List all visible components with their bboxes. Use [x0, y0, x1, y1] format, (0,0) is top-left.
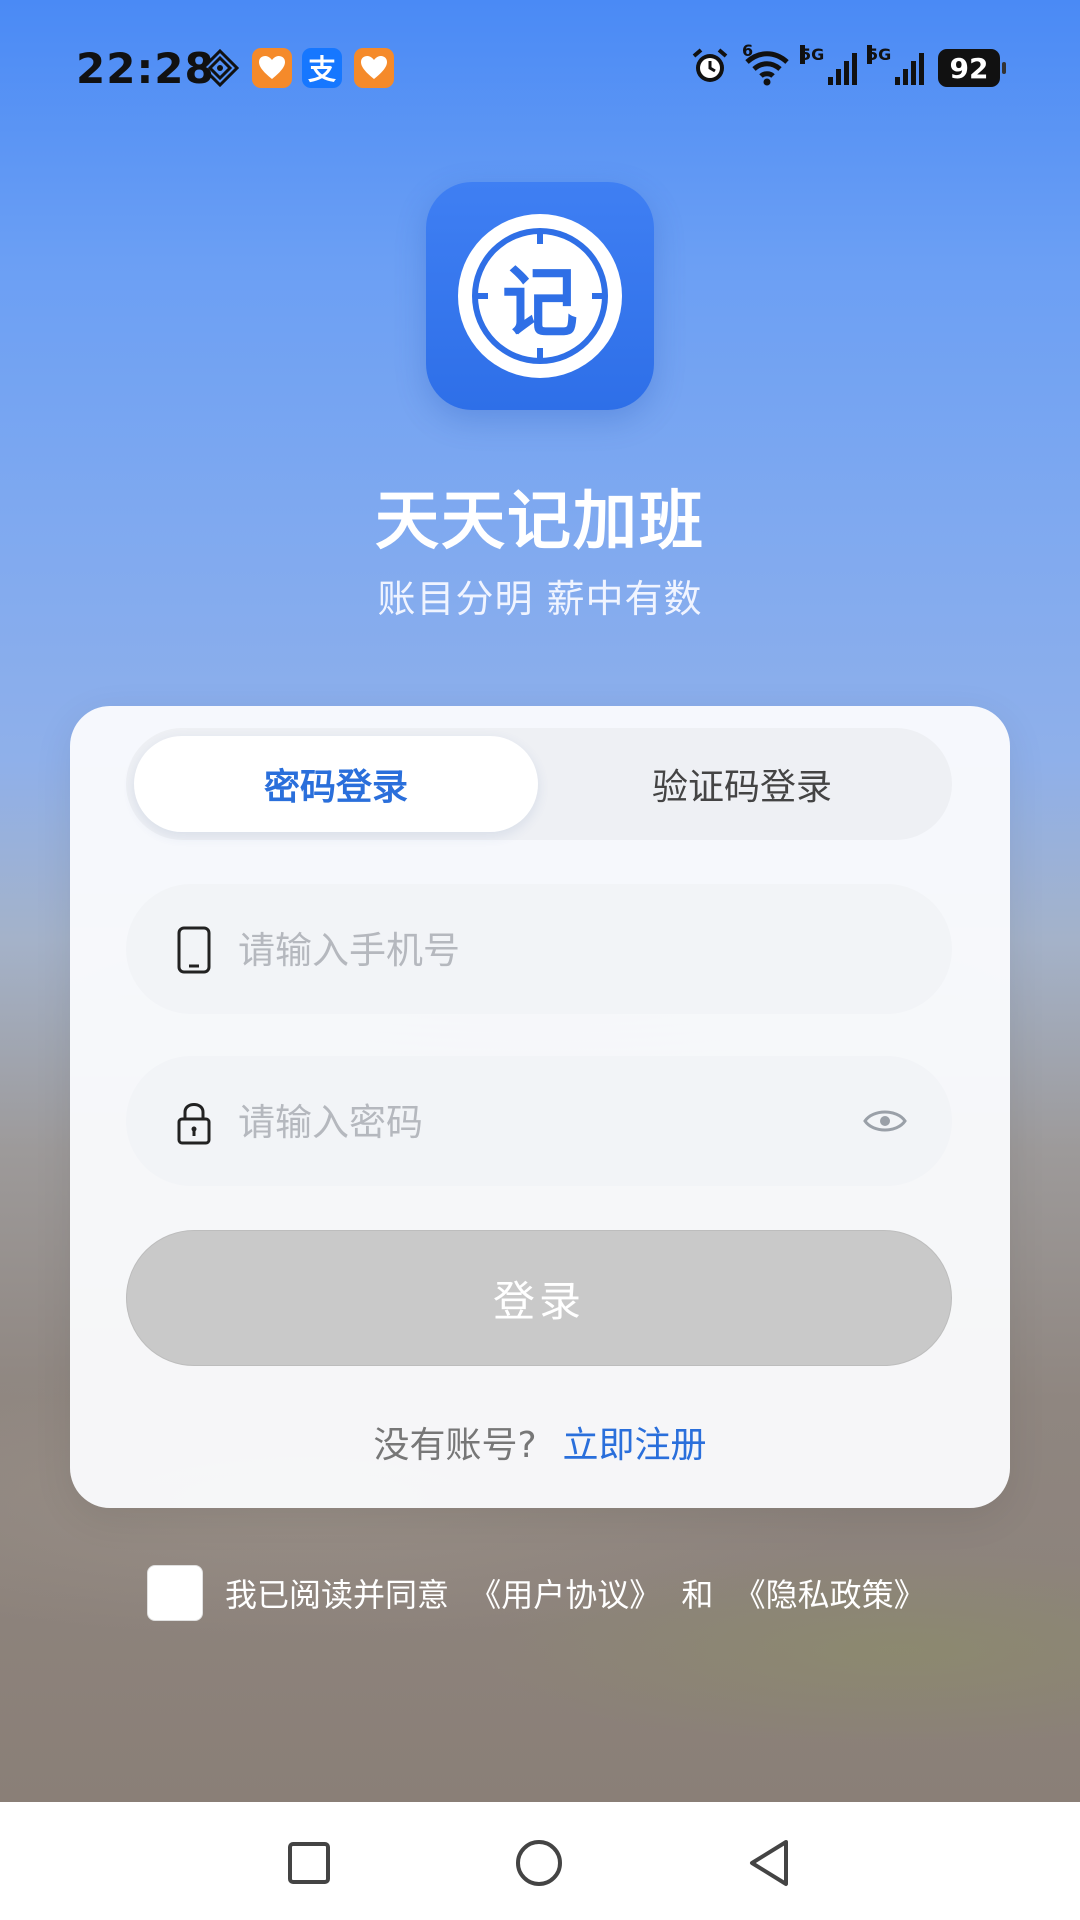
user-agreement-link[interactable]: 《用户协议》	[469, 1576, 661, 1614]
alipay-app-icon: 支	[302, 48, 342, 88]
password-input[interactable]	[236, 1056, 800, 1188]
no-account-text: 没有账号?	[373, 1425, 537, 1466]
app-subtitle: 账目分明 薪中有数	[377, 577, 703, 621]
heart-app-icon	[354, 48, 394, 88]
triangle-back-icon[interactable]	[744, 1838, 794, 1888]
heart-app-icon	[252, 48, 292, 88]
tab-code-login[interactable]: 验证码登录	[540, 736, 944, 832]
diamond-app-icon	[200, 48, 240, 88]
register-row: 没有账号? 立即注册	[70, 1416, 1010, 1468]
app-title: 天天记加班	[375, 485, 705, 559]
privacy-policy-link[interactable]: 《隐私政策》	[734, 1576, 926, 1614]
eye-icon[interactable]	[862, 1102, 908, 1140]
signal-icon: 5G	[800, 45, 857, 85]
login-tabs: 密码登录 验证码登录	[126, 728, 952, 840]
agreement-and: 和	[681, 1576, 714, 1614]
login-card: 密码登录 验证码登录 登录 没有账号? 立即注册	[70, 706, 1010, 1508]
phone-icon	[172, 926, 216, 974]
wifi-icon: 6	[742, 41, 790, 87]
lock-icon	[172, 1099, 216, 1145]
agreement-text: 我已阅读并同意 《用户协议》 和 《隐私政策》	[225, 1570, 936, 1616]
phone-field[interactable]	[126, 884, 952, 1016]
logo-char: 记	[502, 258, 578, 347]
agreement-prefix: 我已阅读并同意	[225, 1576, 450, 1614]
alarm-icon	[690, 46, 730, 90]
wifi-label: 6	[742, 41, 754, 60]
square-icon[interactable]	[284, 1838, 334, 1888]
login-button[interactable]: 登录	[126, 1230, 952, 1366]
phone-input[interactable]	[236, 884, 800, 1016]
tab-password-login[interactable]: 密码登录	[134, 736, 538, 832]
register-link[interactable]: 立即注册	[563, 1416, 707, 1468]
system-nav-bar	[0, 1802, 1080, 1920]
battery-icon: 92	[938, 49, 1006, 87]
status-right-icons: 6 5G 5G 92	[690, 41, 1006, 90]
status-time: 22:28	[76, 44, 215, 93]
status-bar: 22:28 支 6 5G 5G 92	[0, 0, 1080, 135]
app-logo: 记	[426, 182, 654, 410]
circle-icon[interactable]	[514, 1838, 564, 1888]
agreement-row: 我已阅读并同意 《用户协议》 和 《隐私政策》	[147, 1565, 936, 1621]
agreement-checkbox[interactable]	[147, 1565, 203, 1621]
signal-icon: 5G	[867, 45, 924, 85]
password-field[interactable]	[126, 1056, 952, 1188]
